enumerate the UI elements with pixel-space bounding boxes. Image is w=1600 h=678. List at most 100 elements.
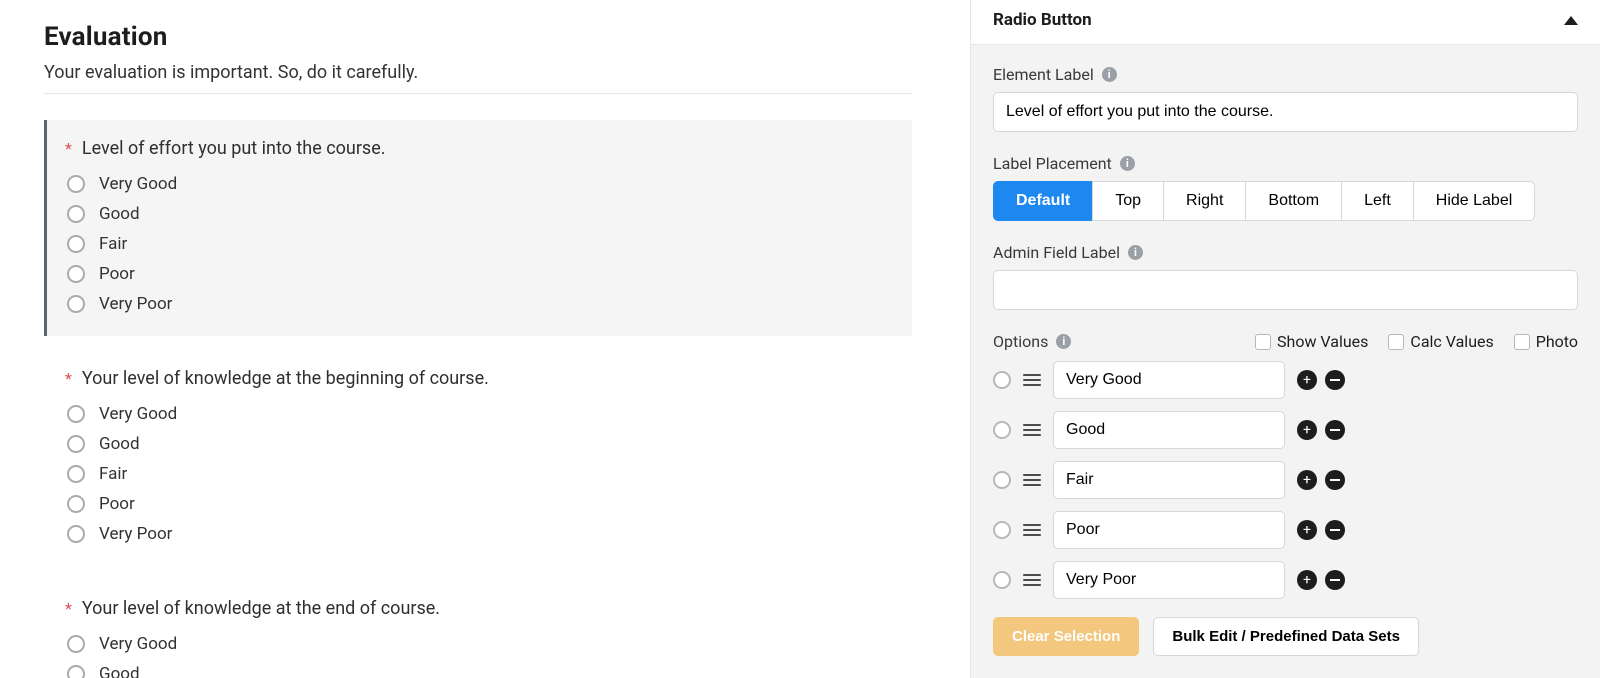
option-radio-icon[interactable] bbox=[993, 571, 1011, 589]
add-option-button[interactable]: + bbox=[1297, 420, 1317, 440]
remove-option-button[interactable] bbox=[1325, 370, 1345, 390]
options-label: Options bbox=[993, 332, 1048, 351]
chevron-up-icon[interactable] bbox=[1564, 16, 1578, 25]
divider bbox=[44, 93, 912, 94]
radio-icon bbox=[67, 435, 85, 453]
label-placement-left[interactable]: Left bbox=[1341, 181, 1414, 221]
required-asterisk: * bbox=[65, 368, 72, 390]
option-radio-icon[interactable] bbox=[993, 421, 1011, 439]
info-icon[interactable]: i bbox=[1120, 156, 1135, 171]
option-radio-icon[interactable] bbox=[993, 471, 1011, 489]
show-values-checkbox[interactable]: Show Values bbox=[1255, 332, 1368, 351]
required-asterisk: * bbox=[65, 138, 72, 160]
element-label-label: Element Label bbox=[993, 65, 1094, 84]
radio-icon bbox=[67, 265, 85, 283]
drag-handle-icon[interactable] bbox=[1023, 424, 1041, 436]
radio-option[interactable]: Poor bbox=[67, 494, 898, 514]
remove-option-button[interactable] bbox=[1325, 520, 1345, 540]
radio-option-label: Poor bbox=[99, 264, 135, 284]
drag-handle-icon[interactable] bbox=[1023, 574, 1041, 586]
required-asterisk: * bbox=[65, 598, 72, 620]
question-label: Your level of knowledge at the end of co… bbox=[82, 598, 440, 620]
radio-option[interactable]: Very Good bbox=[67, 404, 898, 424]
radio-option[interactable]: Very Good bbox=[67, 634, 898, 654]
radio-option[interactable]: Very Good bbox=[67, 174, 898, 194]
info-icon[interactable]: i bbox=[1056, 334, 1071, 349]
option-radio-icon[interactable] bbox=[993, 521, 1011, 539]
add-option-button[interactable]: + bbox=[1297, 370, 1317, 390]
calc-values-checkbox[interactable]: Calc Values bbox=[1388, 332, 1493, 351]
option-row: + bbox=[993, 511, 1578, 549]
radio-icon bbox=[67, 465, 85, 483]
calc-values-label: Calc Values bbox=[1410, 332, 1493, 351]
radio-option[interactable]: Fair bbox=[67, 464, 898, 484]
option-text-input[interactable] bbox=[1053, 361, 1285, 399]
question-block[interactable]: * Your level of knowledge at the beginnin… bbox=[44, 350, 912, 566]
radio-option-label: Very Good bbox=[99, 634, 177, 654]
label-placement-right[interactable]: Right bbox=[1163, 181, 1246, 221]
label-placement-default[interactable]: Default bbox=[993, 181, 1093, 221]
element-label-input[interactable] bbox=[993, 92, 1578, 132]
option-text-input[interactable] bbox=[1053, 511, 1285, 549]
radio-icon bbox=[67, 635, 85, 653]
admin-field-label-label: Admin Field Label bbox=[993, 243, 1120, 262]
label-placement-group: DefaultTopRightBottomLeftHide Label bbox=[993, 181, 1578, 221]
radio-option-label: Very Poor bbox=[99, 524, 172, 544]
radio-icon bbox=[67, 525, 85, 543]
radio-option-label: Poor bbox=[99, 494, 135, 514]
panel-header[interactable]: Radio Button bbox=[971, 0, 1600, 45]
show-values-label: Show Values bbox=[1277, 332, 1368, 351]
radio-option-label: Very Good bbox=[99, 404, 177, 424]
radio-icon bbox=[67, 405, 85, 423]
question-block[interactable]: * Level of effort you put into the course… bbox=[44, 120, 912, 336]
question-label: Your level of knowledge at the beginning… bbox=[82, 368, 489, 390]
option-text-input[interactable] bbox=[1053, 411, 1285, 449]
radio-option-label: Very Good bbox=[99, 174, 177, 194]
radio-option-label: Good bbox=[99, 204, 140, 224]
question-label: Level of effort you put into the course. bbox=[82, 138, 386, 160]
admin-field-label-input[interactable] bbox=[993, 270, 1578, 310]
radio-option[interactable]: Fair bbox=[67, 234, 898, 254]
clear-selection-button[interactable]: Clear Selection bbox=[993, 617, 1139, 656]
form-preview: Evaluation Your evaluation is important.… bbox=[0, 0, 970, 678]
option-row: + bbox=[993, 411, 1578, 449]
option-text-input[interactable] bbox=[1053, 561, 1285, 599]
drag-handle-icon[interactable] bbox=[1023, 374, 1041, 386]
radio-option[interactable]: Good bbox=[67, 434, 898, 454]
label-placement-label: Label Placement bbox=[993, 154, 1112, 173]
radio-option[interactable]: Poor bbox=[67, 264, 898, 284]
remove-option-button[interactable] bbox=[1325, 420, 1345, 440]
radio-icon bbox=[67, 175, 85, 193]
add-option-button[interactable]: + bbox=[1297, 520, 1317, 540]
info-icon[interactable]: i bbox=[1128, 245, 1143, 260]
radio-option[interactable]: Very Poor bbox=[67, 294, 898, 314]
radio-option[interactable]: Very Poor bbox=[67, 524, 898, 544]
radio-option[interactable]: Good bbox=[67, 204, 898, 224]
drag-handle-icon[interactable] bbox=[1023, 474, 1041, 486]
option-text-input[interactable] bbox=[1053, 461, 1285, 499]
form-title: Evaluation bbox=[44, 22, 912, 52]
option-row: + bbox=[993, 461, 1578, 499]
radio-icon bbox=[67, 205, 85, 223]
add-option-button[interactable]: + bbox=[1297, 470, 1317, 490]
question-block[interactable]: * Your level of knowledge at the end of c… bbox=[44, 580, 912, 678]
label-placement-top[interactable]: Top bbox=[1092, 181, 1164, 221]
info-icon[interactable]: i bbox=[1102, 67, 1117, 82]
label-placement-bottom[interactable]: Bottom bbox=[1245, 181, 1342, 221]
add-option-button[interactable]: + bbox=[1297, 570, 1317, 590]
remove-option-button[interactable] bbox=[1325, 570, 1345, 590]
photo-checkbox[interactable]: Photo bbox=[1514, 332, 1578, 351]
option-radio-icon[interactable] bbox=[993, 371, 1011, 389]
drag-handle-icon[interactable] bbox=[1023, 524, 1041, 536]
radio-option-label: Good bbox=[99, 664, 140, 678]
remove-option-button[interactable] bbox=[1325, 470, 1345, 490]
option-row: + bbox=[993, 561, 1578, 599]
label-placement-hide-label[interactable]: Hide Label bbox=[1413, 181, 1536, 221]
option-row: + bbox=[993, 361, 1578, 399]
properties-sidebar: Radio Button Element Label i Label Place… bbox=[970, 0, 1600, 678]
bulk-edit-button[interactable]: Bulk Edit / Predefined Data Sets bbox=[1153, 617, 1419, 656]
radio-option[interactable]: Good bbox=[67, 664, 898, 678]
radio-option-label: Fair bbox=[99, 464, 127, 484]
radio-option-label: Fair bbox=[99, 234, 127, 254]
radio-icon bbox=[67, 665, 85, 678]
